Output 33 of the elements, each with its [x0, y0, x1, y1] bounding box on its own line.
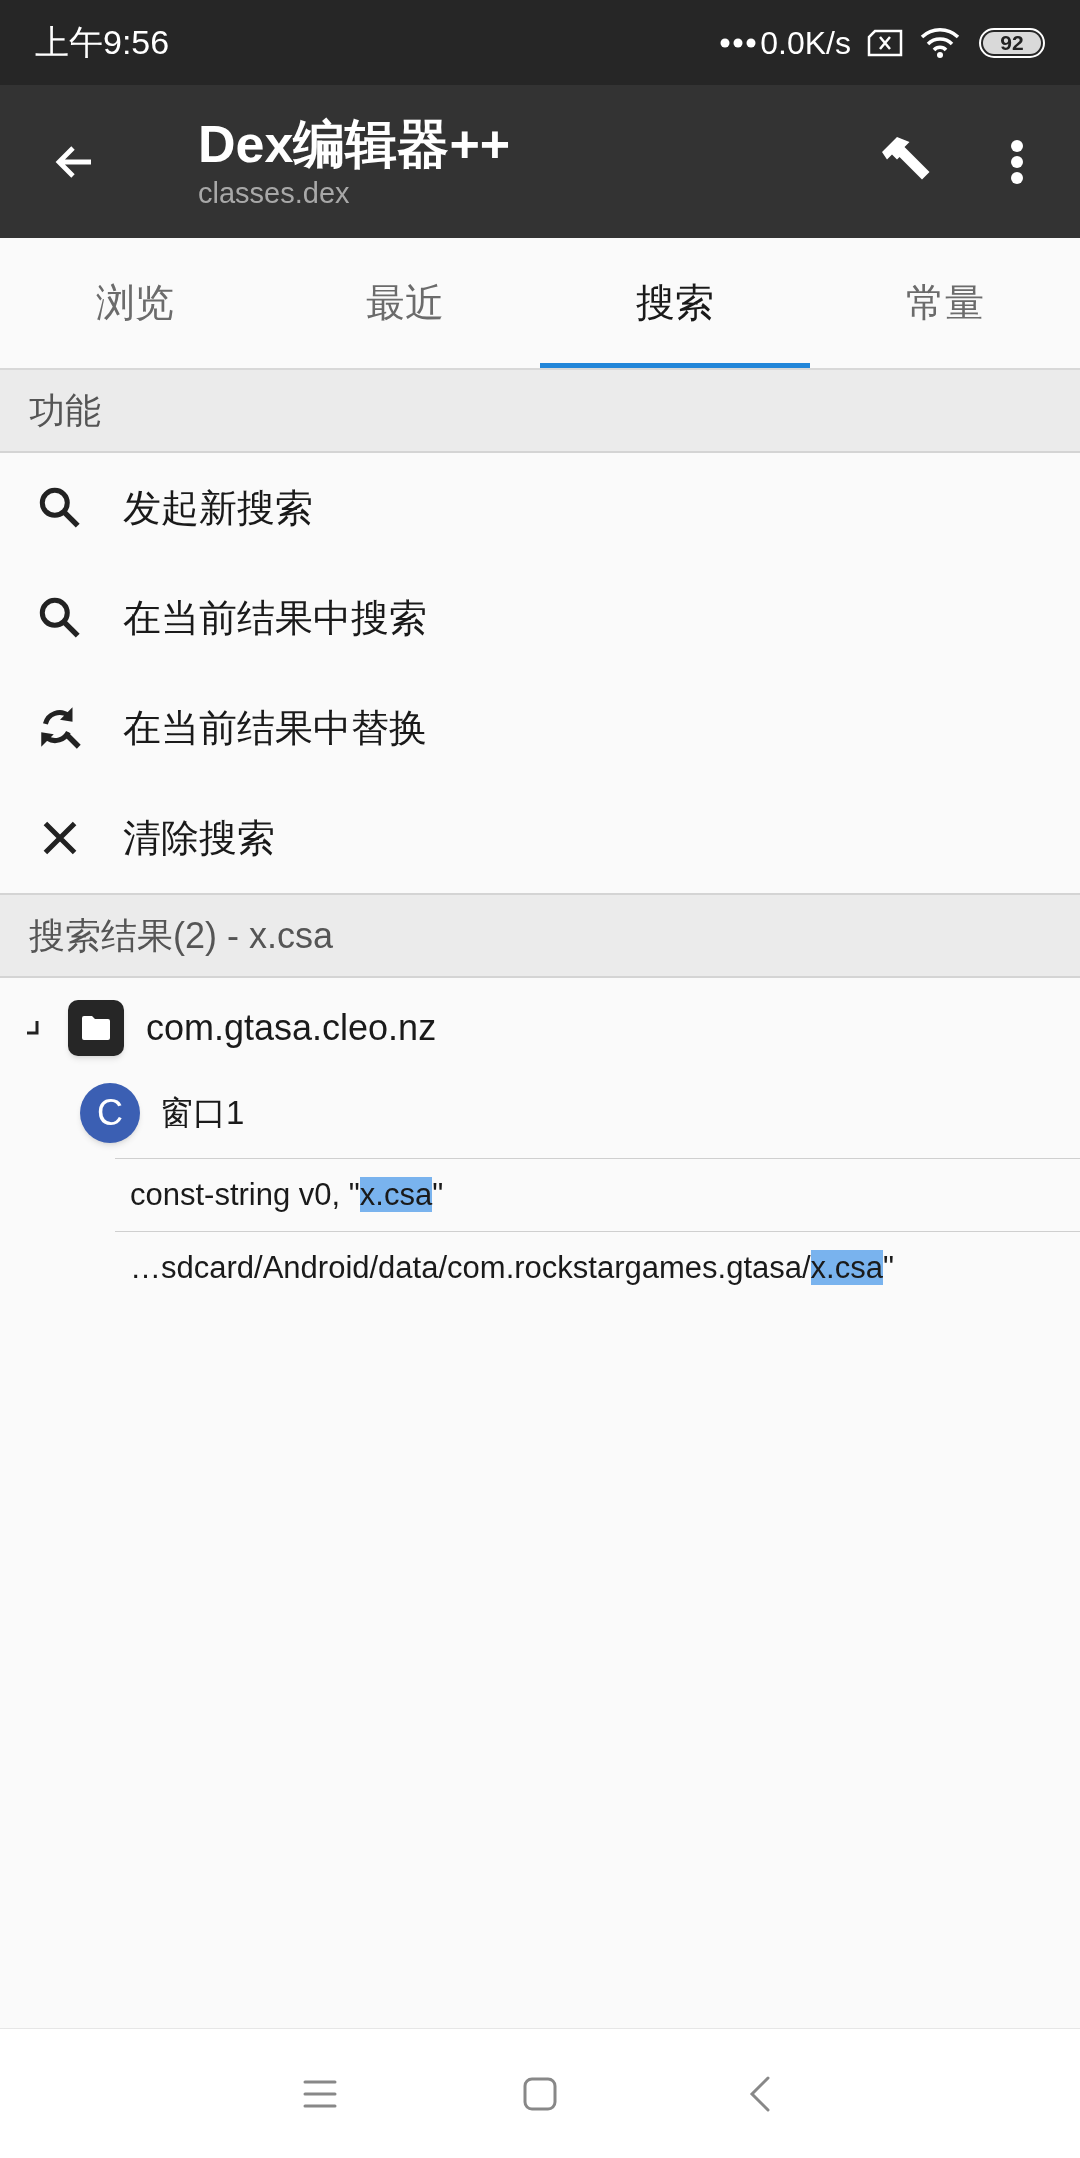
function-menu-item[interactable]: 发起新搜索: [0, 453, 1080, 563]
dots-icon: [720, 37, 757, 48]
tab[interactable]: 最近: [270, 238, 540, 368]
status-time: 上午9:56: [35, 22, 170, 63]
function-menu-item[interactable]: 在当前结果中替换: [0, 673, 1080, 783]
wifi-icon: [919, 26, 961, 59]
menu-item-label: 发起新搜索: [123, 485, 313, 531]
tab[interactable]: 常量: [810, 238, 1080, 368]
package-name: com.gtasa.cleo.nz: [146, 1006, 437, 1050]
function-menu-item[interactable]: 清除搜索: [0, 783, 1080, 893]
network-speed: 0.0K/s: [760, 23, 851, 63]
function-menu-item[interactable]: 在当前结果中搜索: [0, 563, 1080, 673]
menu-icon: [303, 2078, 337, 2109]
section-header: 搜索结果(2) - x.csa: [0, 893, 1080, 978]
back-chevron-icon: [749, 2075, 771, 2112]
menu-item-label: 在当前结果中搜索: [123, 595, 427, 641]
menu-item-label: 在当前结果中替换: [123, 705, 427, 751]
package-row[interactable]: com.gtasa.cleo.nz: [0, 988, 1080, 1068]
search-result-line[interactable]: …sdcard/Android/data/com.rockstargames.gtasa/x.csa": [115, 1231, 1080, 1304]
app-title: Dex编辑器++: [198, 113, 511, 175]
battery-indicator: 92: [979, 27, 1045, 58]
menu-item-label: 清除搜索: [123, 815, 275, 861]
folder-icon: [80, 1014, 112, 1042]
tab[interactable]: 浏览: [0, 238, 270, 368]
section-header: 功能: [0, 370, 1080, 453]
no-sim-icon: [867, 28, 903, 57]
app-subtitle: classes.dex: [198, 175, 351, 211]
more-options-icon: [1009, 137, 1025, 186]
square-icon: [523, 2076, 557, 2111]
result-text: …sdcard/Android/data/com.rockstargames.gtasa/x.csa": [130, 1250, 894, 1285]
class-row[interactable]: C 窗口1: [0, 1068, 1080, 1158]
class-badge: C: [80, 1083, 140, 1143]
class-name: 窗口1: [160, 1093, 245, 1134]
